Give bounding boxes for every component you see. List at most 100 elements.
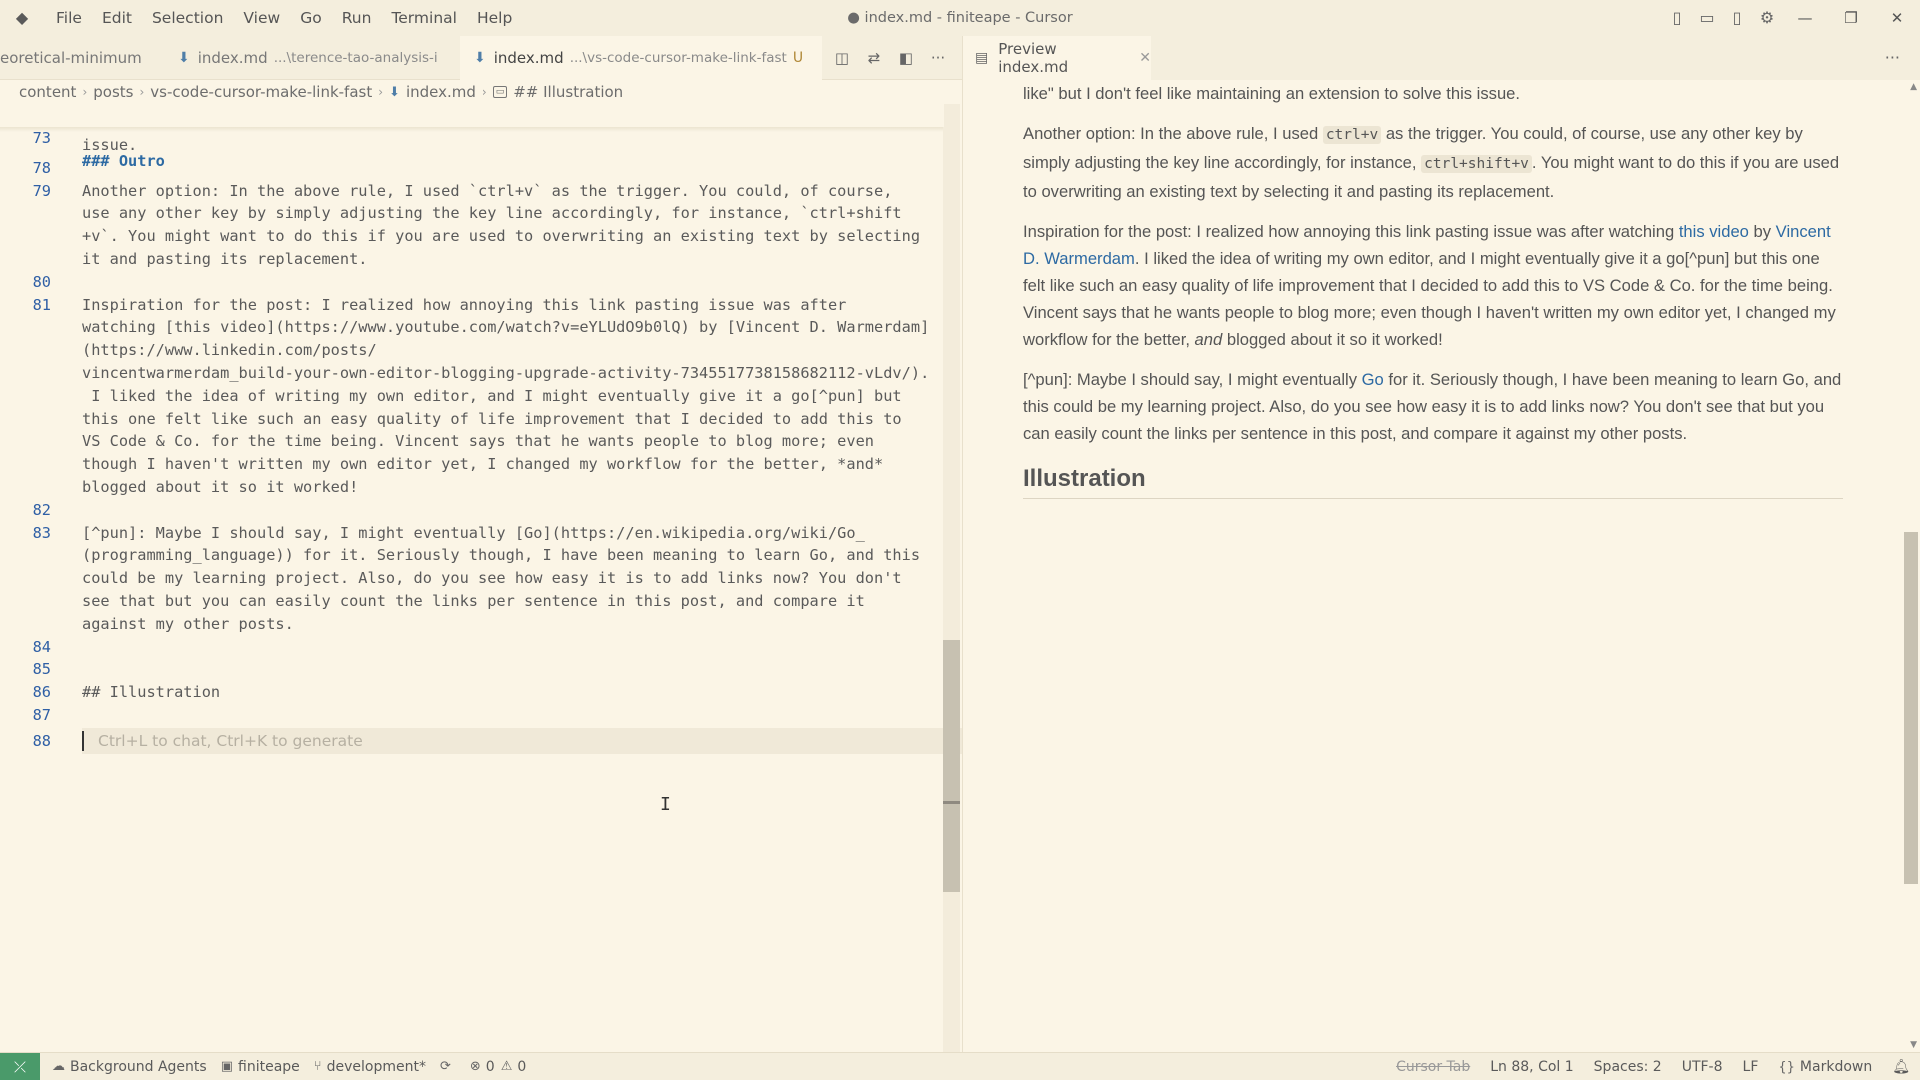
cursor-app-icon[interactable]: ◆ bbox=[12, 8, 32, 28]
problems-button[interactable]: ⊗ 0 ⚠ 0 bbox=[470, 1059, 526, 1075]
chevron-right-icon: › bbox=[481, 85, 487, 99]
code-line-row[interactable]: this one felt like such an easy quality … bbox=[0, 408, 944, 431]
workspace-indicator[interactable]: ▣ finiteape bbox=[221, 1059, 300, 1075]
preview-paragraph: like" but I don't feel like maintaining … bbox=[1023, 84, 1521, 103]
git-branch-button[interactable]: ⑂ development* bbox=[314, 1059, 426, 1075]
cursor-position[interactable]: Ln 88, Col 1 bbox=[1490, 1059, 1573, 1075]
code-line-row[interactable]: watching [this video](https://www.youtub… bbox=[0, 316, 944, 339]
toggle-secondary-sidebar-icon[interactable]: ▯ bbox=[1726, 7, 1748, 29]
code-line-row[interactable]: though I haven't written my own editor y… bbox=[0, 453, 944, 476]
chat-hint-placeholder: Ctrl+L to chat, Ctrl+K to generate bbox=[98, 732, 363, 750]
code-line-row[interactable]: 87 bbox=[0, 704, 944, 727]
scroll-down-arrow-icon[interactable]: ▼ bbox=[1910, 1040, 1917, 1050]
code-line-row[interactable]: 79 Another option: In the above rule, I u… bbox=[0, 180, 944, 203]
mouse-ibeam-cursor-icon: I bbox=[660, 794, 671, 815]
menu-terminal[interactable]: Terminal bbox=[381, 0, 467, 36]
markdown-preview[interactable]: like" but I don't feel like maintaining … bbox=[962, 80, 1920, 1052]
line-number: 84 bbox=[32, 637, 51, 656]
code-line: (https://www.linkedin.com/posts/ bbox=[82, 341, 377, 360]
eol-selector[interactable]: LF bbox=[1743, 1059, 1759, 1075]
status-bar: ⤫ ☁ Background Agents ▣ finiteape ⑂ deve… bbox=[0, 1052, 1920, 1080]
code-line-row[interactable]: 81 Inspiration for the post: I realized h… bbox=[0, 294, 944, 317]
sync-button[interactable]: ⟳ bbox=[440, 1059, 456, 1074]
editor-scrollbar-thumb[interactable] bbox=[943, 640, 960, 892]
markdown-icon: ⬇ bbox=[474, 49, 486, 66]
code-line-row[interactable]: +v`. You might want to do this if you ar… bbox=[0, 225, 944, 248]
tab-preview-index[interactable]: ▤ Preview index.md ✕ bbox=[963, 36, 1151, 80]
encoding-selector[interactable]: UTF-8 bbox=[1682, 1059, 1723, 1075]
code-line-row[interactable]: 82 bbox=[0, 499, 944, 522]
preview-heading: Illustration bbox=[1023, 465, 1843, 499]
more-actions-icon[interactable]: ··· bbox=[1885, 36, 1900, 80]
code-line-row[interactable]: use any other key by simply adjusting th… bbox=[0, 202, 944, 225]
tab-path: ...\vs-code-cursor-make-link-fast bbox=[569, 49, 787, 66]
menu-view[interactable]: View bbox=[233, 0, 290, 36]
breadcrumb-posts[interactable]: posts bbox=[93, 83, 133, 101]
close-tab-icon[interactable]: ✕ bbox=[1139, 50, 1151, 66]
cursor-tab-toggle[interactable]: Cursor Tab bbox=[1396, 1059, 1470, 1075]
code-line-row[interactable]: 86 ## Illustration bbox=[0, 681, 944, 704]
markdown-icon: ⬇ bbox=[389, 84, 400, 100]
code-line-row[interactable]: see that but you can easily count the li… bbox=[0, 590, 944, 613]
breadcrumb-content[interactable]: content bbox=[19, 83, 76, 101]
indentation-selector[interactable]: Spaces: 2 bbox=[1594, 1059, 1662, 1075]
line-number: 85 bbox=[32, 660, 51, 679]
more-actions-icon[interactable]: ··· bbox=[927, 47, 949, 69]
link-this-video[interactable]: this video bbox=[1679, 222, 1749, 241]
tab-theoretical-minimum[interactable]: eoretical-minimum M bbox=[0, 36, 150, 80]
menu-selection[interactable]: Selection bbox=[142, 0, 233, 36]
remote-indicator-icon[interactable]: ⤫ bbox=[0, 1052, 40, 1080]
code-line-row[interactable]: it and pasting its replacement. bbox=[0, 248, 944, 271]
code-line: this one felt like such an easy quality … bbox=[82, 409, 902, 428]
tab-vs-code-cursor-index[interactable]: ⬇ index.md ...\vs-code-cursor-make-link-… bbox=[460, 36, 822, 80]
code-line: vincentwarmerdam_build-your-own-editor-b… bbox=[82, 364, 930, 382]
editor-scrollbar[interactable] bbox=[943, 104, 960, 1052]
code-line-row[interactable]: could be my learning project. Also, do y… bbox=[0, 567, 944, 590]
tab-terence-tao-index[interactable]: ⬇ index.md ...\terence-tao-analysis-i bbox=[164, 36, 460, 80]
tab-path: ...\terence-tao-analysis-i bbox=[273, 50, 438, 66]
preview-content: like" but I don't feel like maintaining … bbox=[1023, 80, 1843, 499]
code-line-row[interactable]: 84 bbox=[0, 636, 944, 659]
code-line-row[interactable]: I liked the idea of writing my own edito… bbox=[0, 385, 944, 408]
code-line-row[interactable]: vincentwarmerdam_build-your-own-editor-b… bbox=[0, 362, 944, 385]
code-line-row[interactable]: 80 bbox=[0, 271, 944, 294]
code-line: could be my learning project. Also, do y… bbox=[82, 569, 902, 588]
compare-changes-icon[interactable]: ⇄ bbox=[863, 47, 885, 69]
link-go[interactable]: Go bbox=[1362, 370, 1384, 389]
minimize-button[interactable]: — bbox=[1782, 0, 1828, 36]
background-agents-button[interactable]: ☁ Background Agents bbox=[52, 1059, 207, 1075]
sync-icon: ⟳ bbox=[439, 1059, 451, 1074]
menu-run[interactable]: Run bbox=[332, 0, 382, 36]
breadcrumb-symbol[interactable]: ## Illustration bbox=[513, 83, 623, 101]
preview-scrollbar-thumb[interactable] bbox=[1904, 532, 1918, 884]
code-editor[interactable]: 73 ### Outro issue. 78 79 Another option:… bbox=[0, 104, 962, 1052]
code-line-row[interactable]: 85 bbox=[0, 658, 944, 681]
menu-go[interactable]: Go bbox=[290, 0, 332, 36]
settings-gear-icon[interactable]: ⚙ bbox=[1756, 7, 1778, 29]
sticky-scroll-line[interactable]: 73 ### Outro bbox=[0, 104, 944, 170]
notifications-bell-icon[interactable]: 🔔︎ bbox=[1892, 1059, 1910, 1075]
open-preview-icon[interactable]: ◫ bbox=[831, 47, 853, 69]
menu-help[interactable]: Help bbox=[467, 0, 522, 36]
code-line-row[interactable]: against my other posts. bbox=[0, 613, 944, 636]
text-caret bbox=[82, 731, 84, 751]
code-line-row[interactable]: (programming_language)) for it. Seriousl… bbox=[0, 544, 944, 567]
split-editor-icon[interactable]: ◧ bbox=[895, 47, 917, 69]
breadcrumb-file[interactable]: index.md bbox=[406, 83, 476, 101]
code-line-row[interactable]: VS Code & Co. for the time being. Vincen… bbox=[0, 430, 944, 453]
restore-button[interactable]: ❐ bbox=[1828, 0, 1874, 36]
code-line-row[interactable]: blogged about it so it worked! bbox=[0, 476, 944, 499]
breadcrumb: content › posts › vs-code-cursor-make-li… bbox=[0, 80, 962, 104]
code-line: use any other key by simply adjusting th… bbox=[82, 204, 902, 223]
toggle-primary-sidebar-icon[interactable]: ▯ bbox=[1666, 7, 1688, 29]
close-window-button[interactable]: ✕ bbox=[1874, 0, 1920, 36]
menu-edit[interactable]: Edit bbox=[92, 0, 142, 36]
code-line-row[interactable]: (https://www.linkedin.com/posts/ bbox=[0, 339, 944, 362]
markdown-icon: ⬇ bbox=[178, 50, 190, 66]
code-line-row[interactable]: 83 [^pun]: Maybe I should say, I might ev… bbox=[0, 522, 944, 545]
scroll-up-arrow-icon[interactable]: ▲ bbox=[1910, 82, 1917, 92]
menu-file[interactable]: File bbox=[46, 0, 92, 36]
breadcrumb-folder[interactable]: vs-code-cursor-make-link-fast bbox=[150, 83, 372, 101]
language-mode-selector[interactable]: {} Markdown bbox=[1778, 1059, 1872, 1075]
toggle-panel-icon[interactable]: ▭ bbox=[1696, 7, 1718, 29]
